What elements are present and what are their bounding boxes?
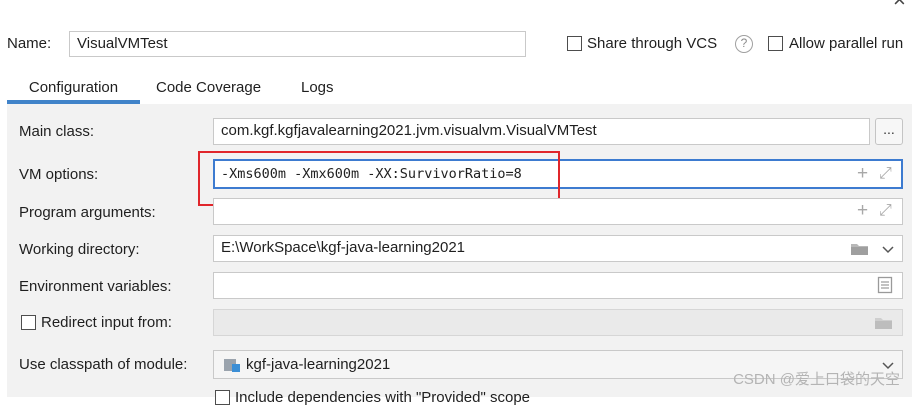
tab-logs[interactable]: Logs [301,77,334,101]
program-arguments-add-icon[interactable]: + [857,201,868,221]
working-directory-label: Working directory: [19,241,140,258]
environment-variables-input[interactable] [213,272,903,299]
working-directory-dropdown-icon[interactable] [881,243,895,260]
redirect-input-field [213,309,903,336]
allow-parallel-checkbox[interactable] [768,36,783,51]
tab-configuration-label: Configuration [28,79,119,96]
redirect-input-checkbox[interactable] [21,315,36,330]
folder-icon[interactable] [850,241,870,261]
main-class-label: Main class: [19,123,95,140]
vm-options-add-icon[interactable]: + [857,164,868,184]
working-directory-input[interactable]: E:\WorkSpace\kgf-java-learning2021 [213,235,903,262]
tab-code-coverage[interactable]: Code Coverage [156,77,261,101]
program-arguments-expand-icon[interactable]: ⤢ [879,201,892,221]
vm-options-label: VM options: [19,166,99,183]
program-arguments-input[interactable] [213,198,903,225]
classpath-module-value: kgf-java-learning2021 [246,356,391,373]
module-icon [223,357,241,377]
include-dependencies-label[interactable]: Include dependencies with "Provided" sco… [235,388,530,408]
watermark-text: CSDN @爱上口袋的天空 [733,371,900,388]
classpath-module-label: Use classpath of module: [19,356,188,373]
name-label: Name: [7,35,52,52]
environment-variables-label: Environment variables: [19,278,172,295]
vm-options-expand-icon[interactable]: ⤢ [879,164,892,184]
include-dependencies-checkbox[interactable] [215,390,230,405]
redirect-folder-icon [874,315,894,335]
close-icon[interactable]: × [893,0,906,11]
tab-code-coverage-label: Code Coverage [156,79,262,96]
name-input[interactable]: VisualVMTest [69,31,526,57]
share-vcs-label[interactable]: Share through VCS [587,34,717,54]
redirect-input-label[interactable]: Redirect input from: [41,313,172,333]
program-arguments-label: Program arguments: [19,204,156,221]
tab-configuration[interactable]: Configuration [7,77,140,101]
allow-parallel-label[interactable]: Allow parallel run [789,34,903,54]
tab-logs-label: Logs [301,79,334,96]
help-icon[interactable]: ? [735,35,753,53]
browse-main-class-button[interactable]: ... [875,118,903,145]
share-vcs-checkbox[interactable] [567,36,582,51]
document-icon[interactable] [877,276,893,298]
main-class-input[interactable]: com.kgf.kgfjavalearning2021.jvm.visualvm… [213,118,870,145]
